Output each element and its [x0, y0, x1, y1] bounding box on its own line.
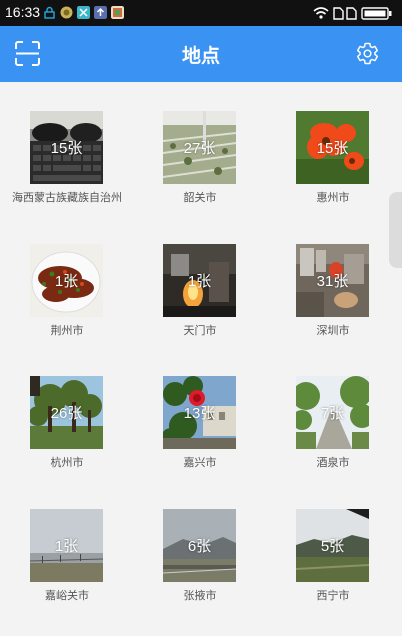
location-thumbnail[interactable]: 6张 — [163, 509, 236, 582]
gear-icon[interactable] — [355, 41, 380, 66]
location-label: 荆州市 — [50, 324, 84, 337]
photo-count: 27张 — [183, 140, 216, 157]
location-label: 西宁市 — [316, 589, 350, 602]
location-grid: 15张 海西蒙古族藏族自治州 27张 韶关市 15张 惠州市 1张 荆州市 1张… — [0, 82, 402, 636]
lock-icon — [44, 6, 55, 19]
location-thumbnail[interactable]: 15张 — [30, 111, 103, 184]
location-thumbnail[interactable]: 1张 — [30, 244, 103, 317]
location-thumbnail[interactable]: 27张 — [163, 111, 236, 184]
location-thumbnail[interactable]: 15张 — [296, 111, 369, 184]
photo-count: 13张 — [183, 405, 216, 422]
location-thumbnail[interactable]: 31张 — [296, 244, 369, 317]
status-right-icons — [313, 7, 392, 20]
photo-count: 5张 — [320, 538, 345, 555]
photo-count: 31张 — [316, 273, 349, 290]
sim-icon-2 — [346, 7, 357, 20]
location-label: 海西蒙古族藏族自治州 — [12, 191, 122, 204]
location-thumbnail[interactable]: 26张 — [30, 376, 103, 449]
location-label: 惠州市 — [316, 191, 350, 204]
location-label: 天门市 — [183, 324, 217, 337]
photo-count: 26张 — [50, 405, 83, 422]
photo-count: 1张 — [187, 273, 212, 290]
location-label: 酒泉市 — [316, 456, 350, 469]
app-notification-icon — [60, 6, 73, 19]
page-title: 地点 — [181, 45, 220, 67]
location-thumbnail[interactable]: 1张 — [30, 509, 103, 582]
location-thumbnail[interactable]: 13张 — [163, 376, 236, 449]
photo-count: 7张 — [320, 405, 345, 422]
location-label: 韶关市 — [183, 191, 217, 204]
photo-count: 1张 — [54, 538, 79, 555]
photo-count: 6张 — [187, 538, 212, 555]
location-thumbnail[interactable]: 7张 — [296, 376, 369, 449]
photo-count: 1张 — [54, 273, 79, 290]
location-thumbnail[interactable]: 5张 — [296, 509, 369, 582]
status-time: 16:33 — [5, 4, 41, 20]
location-label: 嘉兴市 — [183, 456, 217, 469]
wifi-icon — [313, 7, 329, 19]
photo-count: 15张 — [316, 140, 349, 157]
battery-icon — [361, 7, 392, 20]
status-bar: 16:33 — [0, 0, 402, 26]
location-label: 嘉峪关市 — [45, 589, 89, 602]
location-label: 深圳市 — [316, 324, 350, 337]
scroll-handle[interactable] — [389, 192, 402, 268]
location-label: 杭州市 — [50, 456, 84, 469]
app-bar: 地点 — [0, 26, 402, 82]
upload-icon — [94, 6, 107, 19]
sim-icon-1 — [333, 7, 344, 20]
photo-count: 15张 — [50, 140, 83, 157]
location-thumbnail[interactable]: 1张 — [163, 244, 236, 317]
app-notification-icon-2 — [77, 6, 90, 19]
location-label: 张掖市 — [183, 589, 217, 602]
gallery-app-icon — [111, 6, 124, 19]
